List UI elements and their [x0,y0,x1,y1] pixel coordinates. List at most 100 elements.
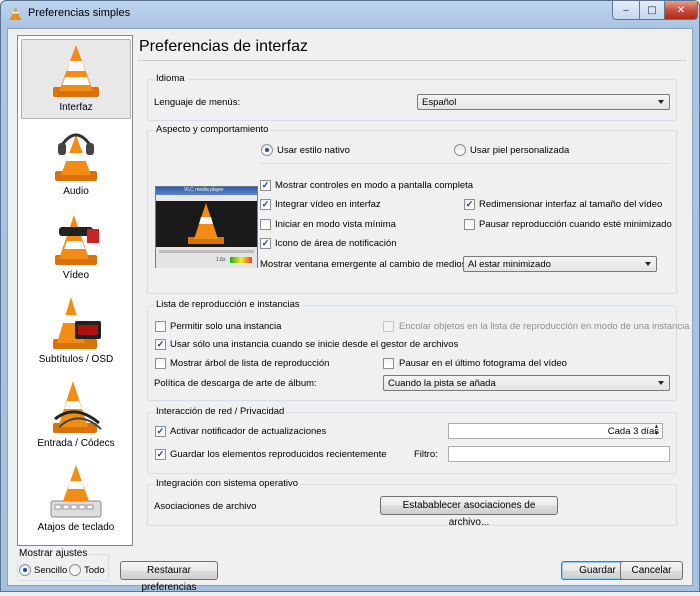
category-sidebar: Interfaz Audio Vídeo Subtítulos / OSD En… [17,35,133,546]
filter-input[interactable] [448,446,670,462]
appearance-group-title: Aspecto y comportamiento [154,124,271,135]
sidebar-item-label: Entrada / Códecs [37,438,115,449]
preview-titlebar: VLC media player [156,187,257,195]
art-policy-label: Política de descarga de arte de álbum: [154,378,317,389]
keyboard-cone-icon [50,465,102,518]
clock-cone-icon [53,297,101,349]
native-style-radio[interactable] [261,144,273,156]
playlist-group-title: Lista de reproducción e instancias [154,299,302,310]
preview-controls: 1.6x [156,247,257,268]
one-instance-fm-label: Usar sólo una instancia cuando se inicie… [170,339,459,350]
popup-value: Al estar minimizado [468,259,551,270]
interface-cone-icon [53,45,99,97]
close-icon: ✕ [676,4,686,16]
maximize-icon: □ [647,4,657,16]
preview-title: VLC media player [184,187,224,193]
art-policy-select[interactable]: Cuando la pista se añada [383,375,670,391]
one-instance-fm-checkbox[interactable]: ✓ [155,339,166,350]
pause-minimized-label: Pausar reproducción cuando esté minimiza… [479,219,672,230]
sidebar-item-interface[interactable]: Interfaz [21,39,131,119]
title-bar[interactable]: Preferencias simples ‒ □ ✕ [1,1,699,27]
resize-interface-checkbox[interactable]: ✓ [464,199,475,210]
pause-last-frame-checkbox[interactable] [383,358,394,369]
all-radio[interactable] [69,564,81,576]
integrate-video-label: Integrar vídeo en interfaz [275,199,381,210]
custom-skin-radio[interactable] [454,144,466,156]
close-button[interactable]: ✕ [664,1,698,20]
art-policy-value: Cuando la pista se añada [388,378,496,389]
resize-interface-label: Redimensionar interfaz al tamaño del víd… [479,199,663,210]
menu-language-label: Lenguaje de menús: [154,97,241,108]
systray-icon-label: Icono de área de notificación [275,238,397,249]
filter-label: Filtro: [414,449,438,460]
menu-language-select[interactable]: Español [417,94,670,110]
sidebar-item-hotkeys[interactable]: Atajos de teclado [21,459,131,539]
fullscreen-controls-label: Mostrar controles en modo a pantalla com… [275,180,474,191]
style-divider [260,163,670,164]
spin-arrows-icon[interactable]: ▲ ▼ [651,424,662,438]
window-title: Preferencias simples [28,7,131,19]
cancel-button[interactable]: Cancelar [620,561,683,580]
minimal-view-label: Iniciar en modo vista mínima [275,219,396,230]
preview-cone-icon [188,203,224,244]
sidebar-item-label: Vídeo [62,270,90,281]
all-radio-label: Todo [84,565,105,576]
sidebar-item-label: Atajos de teclado [37,522,115,533]
sidebar-item-video[interactable]: Vídeo [21,207,131,287]
update-notifier-checkbox[interactable]: ✓ [155,426,166,437]
interface-preview-image: VLC media player 1.6x [155,186,258,268]
sidebar-item-label: Interfaz [59,102,93,113]
language-group-title: Idioma [154,73,187,84]
file-assoc-label: Asociaciones de archivo [154,501,257,512]
sidebar-item-label: Audio [63,186,89,197]
chevron-down-icon [658,381,664,385]
minimize-icon: ‒ [622,4,630,16]
show-settings-title: Mostrar ajustes [17,548,90,559]
os-integration-group-title: Integración con sistema operativo [154,478,301,489]
sidebar-item-label: Subtítulos / OSD [38,354,114,365]
title-divider [138,60,686,61]
headphones-cone-icon [55,133,97,181]
save-recent-label: Guardar los elementos reproducidos recie… [170,449,387,460]
show-tree-checkbox[interactable] [155,358,166,369]
network-group: Interacción de red / Privacidad [147,406,677,474]
popup-label: Mostrar ventana emergente al cambio de m… [260,259,470,270]
single-instance-label: Permitir solo una instancia [170,321,282,332]
dialog-client-area: Interfaz Audio Vídeo Subtítulos / OSD En… [7,28,693,593]
save-recent-checkbox[interactable]: ✓ [155,449,166,460]
simple-radio-label: Sencillo [34,565,68,576]
glasses-cone-icon [55,215,99,265]
native-style-label: Usar estilo nativo [277,145,350,156]
network-group-title: Interacción de red / Privacidad [154,406,287,417]
systray-icon-checkbox[interactable]: ✓ [260,238,271,249]
vlc-app-icon [9,6,22,21]
update-interval-spinbox[interactable]: Cada 3 días [448,423,663,439]
reset-preferences-button[interactable]: Restaurar preferencias [120,561,218,593]
cables-cone-icon [53,381,102,433]
show-tree-label: Mostrar árbol de lista de reproducción [170,358,330,369]
page-title: Preferencias de interfaz [139,38,308,55]
sidebar-item-audio[interactable]: Audio [21,123,131,203]
chevron-down-icon [658,100,664,104]
fullscreen-controls-checkbox[interactable]: ✓ [260,180,271,191]
single-instance-checkbox[interactable] [155,321,166,332]
maximize-button[interactable]: □ [639,1,665,20]
enqueue-single-checkbox[interactable] [383,321,394,332]
integrate-video-checkbox[interactable]: ✓ [260,199,271,210]
update-notifier-label: Activar notificador de actualizaciones [170,426,327,437]
preview-time: 1.6x [216,257,226,263]
preferences-window: Preferencias simples ‒ □ ✕ Interfaz Audi… [0,0,700,593]
custom-skin-label: Usar piel personalizada [470,145,570,156]
sidebar-item-subtitles[interactable]: Subtítulos / OSD [21,291,131,371]
file-assoc-button[interactable]: Estabablecer asociaciones de archivo... [380,496,558,528]
pause-minimized-checkbox[interactable] [464,219,475,230]
chevron-down-icon [645,262,651,266]
minimal-view-checkbox[interactable] [260,219,271,230]
sidebar-item-input-codecs[interactable]: Entrada / Códecs [21,375,131,455]
enqueue-single-label: Encolar objetos en la lista de reproducc… [399,321,690,332]
minimize-button[interactable]: ‒ [612,1,640,20]
popup-select[interactable]: Al estar minimizado [463,256,657,272]
simple-radio[interactable] [19,564,31,576]
menu-language-value: Español [422,97,457,108]
preview-menubar [156,195,257,201]
